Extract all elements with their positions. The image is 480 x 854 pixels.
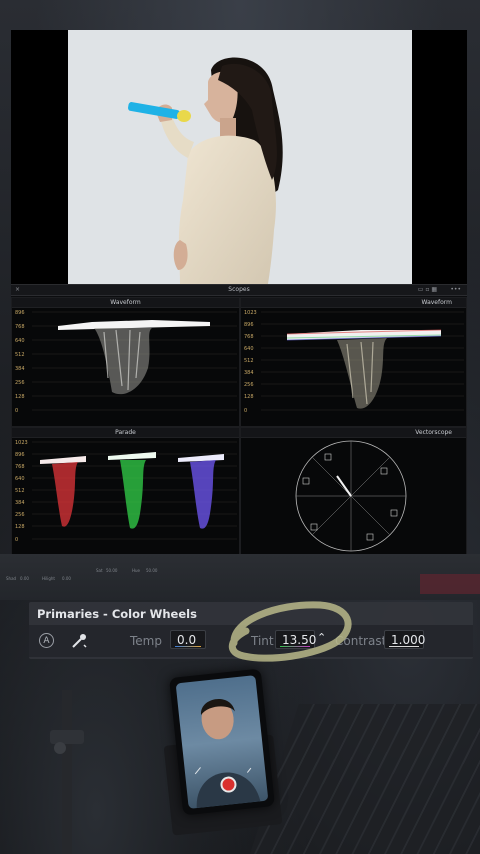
- video-frame: [68, 30, 412, 284]
- tick-label: 384: [15, 366, 25, 372]
- tick-label: 256: [15, 512, 25, 518]
- panel-title: Primaries - Color Wheels: [37, 607, 197, 621]
- tick-label: 1023: [244, 310, 257, 316]
- temp-label: Temp: [130, 634, 162, 648]
- tick-label: 384: [15, 500, 25, 506]
- tick-label: 768: [15, 324, 25, 330]
- parade-plot: 1023 896 768 640 512 384 256 128 0: [15, 440, 237, 543]
- tick-label: 1023: [15, 440, 28, 446]
- waveform-title-right: Waveform: [421, 299, 452, 306]
- tick-label: 640: [15, 338, 25, 344]
- tick-label: 640: [244, 346, 254, 352]
- contrast-value: 1.000: [391, 633, 426, 647]
- waveform-scope-left: Waveform 896 768 640 512 384 256 128 0: [11, 297, 240, 427]
- tick-label: 896: [244, 322, 254, 328]
- preview-viewer: [11, 30, 467, 284]
- waveform-plot-right: 1023 896 768 640 512 384 256 128 0: [244, 310, 464, 414]
- tick-label: 768: [15, 464, 25, 470]
- phone-image: [169, 668, 275, 816]
- resolve-toolbar-strip: Shad 0.00 Hilight 0.00 Sat 50.00 Hue 50.…: [0, 554, 480, 600]
- tick-label: 256: [244, 382, 254, 388]
- tick-label: 384: [244, 370, 254, 376]
- temp-field[interactable]: 0.0: [170, 630, 206, 649]
- tick-label: 896: [15, 310, 25, 316]
- highlight-label: Hilight: [42, 576, 55, 581]
- parade-scope: Parade 1023 896 768 640 512 384 256 128 …: [11, 427, 240, 555]
- tick-label: 128: [244, 394, 254, 400]
- scopes-titlebar: × Scopes ▭ ▫ ▦ •••: [11, 285, 467, 296]
- color-picker-icon[interactable]: [69, 631, 89, 651]
- waveform-title-left: Waveform: [110, 299, 141, 306]
- sat-value: 50.00: [106, 568, 118, 573]
- tint-highlight-circle: [228, 601, 352, 662]
- highlight-bar: [420, 574, 480, 594]
- waveform-scope-right: Waveform 1023 896 768 640 512 384 256 12…: [240, 297, 467, 427]
- hue-label: Hue: [132, 568, 141, 573]
- hue-value: 50.00: [146, 568, 158, 573]
- vectorscope: Vectorscope: [240, 427, 467, 555]
- vectorscope-plot: [295, 440, 407, 552]
- contrast-field[interactable]: 1.000: [384, 630, 426, 649]
- waveform-plot-left: 896 768 640 512 384 256 128 0: [15, 310, 237, 414]
- highlight-value: 0.00: [62, 576, 71, 581]
- shadow-value: 0.00: [20, 576, 29, 581]
- shadow-label: Shad: [6, 576, 17, 581]
- temp-value: 0.0: [177, 633, 197, 647]
- tick-label: 0: [15, 537, 18, 543]
- light-stand-image: [50, 690, 84, 854]
- tick-label: 0: [15, 408, 18, 414]
- tick-label: 512: [244, 358, 254, 364]
- window-menu-icon[interactable]: •••: [450, 286, 461, 294]
- tick-label: 0: [244, 408, 247, 414]
- tick-label: 896: [15, 452, 25, 458]
- phone-screen: [175, 675, 269, 809]
- parade-title: Parade: [115, 429, 136, 436]
- scopes-title: Scopes: [228, 286, 250, 293]
- scopes-window: × Scopes ▭ ▫ ▦ ••• Waveform 896 768 640 …: [11, 284, 467, 555]
- tick-label: 640: [15, 476, 25, 482]
- tick-label: 128: [15, 394, 25, 400]
- woman-with-microphone-image: [128, 57, 283, 284]
- tick-label: 512: [15, 488, 25, 494]
- tick-label: 512: [15, 352, 25, 358]
- tick-label: 768: [244, 334, 254, 340]
- auto-balance-button[interactable]: A: [39, 633, 54, 648]
- sat-label: Sat: [96, 568, 103, 573]
- tick-label: 256: [15, 380, 25, 386]
- tick-label: 128: [15, 524, 25, 530]
- layout-icon[interactable]: ▭ ▫ ▦: [418, 286, 437, 294]
- temp-slider-line: [175, 646, 201, 647]
- contrast-slider-line: [389, 646, 419, 647]
- vectorscope-title: Vectorscope: [415, 429, 452, 436]
